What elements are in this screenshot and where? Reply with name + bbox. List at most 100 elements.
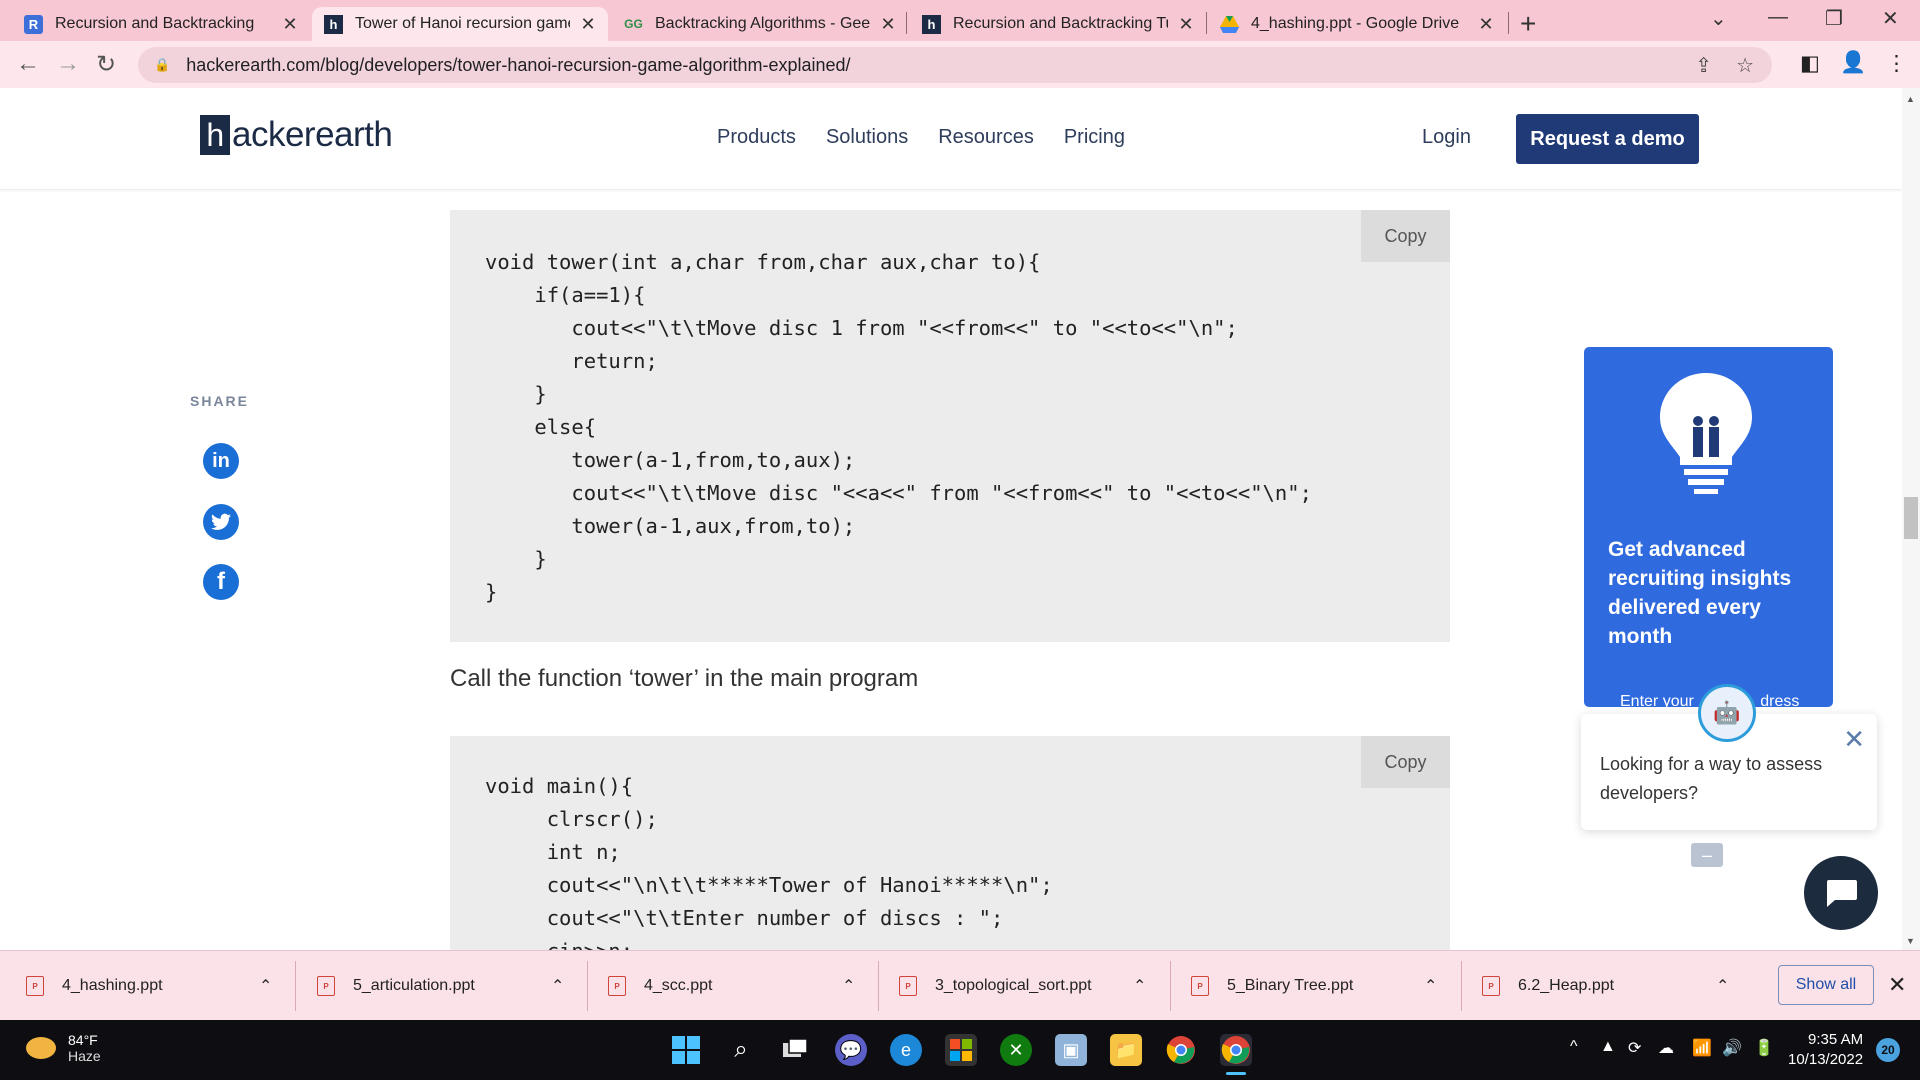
minimize-chat-button[interactable]: – xyxy=(1691,843,1723,867)
xbox-icon[interactable]: ✕ xyxy=(1000,1034,1032,1066)
tab-separator xyxy=(1206,12,1207,34)
nav-products[interactable]: Products xyxy=(717,126,796,149)
code-line: } xyxy=(485,547,547,571)
download-separator xyxy=(1170,961,1171,1011)
bookmark-star-icon[interactable]: ☆ xyxy=(1736,53,1754,78)
download-item[interactable]: P 4_scc.ppt xyxy=(608,951,712,1021)
download-filename: 5_articulation.ppt xyxy=(353,977,475,994)
promo-headline: Get advanced recruiting insights deliver… xyxy=(1608,538,1792,648)
browser-toolbar: ← → ↻ 🔒 hackerearth.com/blog/developers/… xyxy=(0,41,1920,88)
file-explorer-icon[interactable]: 📁 xyxy=(1110,1034,1142,1066)
request-demo-button[interactable]: Request a demo xyxy=(1516,114,1699,164)
chrome-profile-icon[interactable] xyxy=(1220,1034,1252,1066)
volume-icon[interactable]: 🔊 xyxy=(1722,1038,1742,1058)
code-block-tower: Copy xyxy=(450,210,1450,642)
google-drive-tray-icon[interactable]: ▲ xyxy=(1600,1038,1616,1056)
address-bar[interactable]: 🔒 hackerearth.com/blog/developers/tower-… xyxy=(138,47,1772,83)
tab-title: Recursion and Backtracking Tuto xyxy=(953,15,1168,32)
sync-tray-icon[interactable]: ⟳ xyxy=(1628,1038,1641,1058)
taskbar: 84°F Haze ⌕ 💬 e ✕ ▣ 📁 ^ ▲ ⟳ ☁ 📶 🔊 🔋 9:35… xyxy=(0,1020,1920,1080)
notification-count-badge[interactable]: 20 xyxy=(1876,1038,1900,1062)
download-item[interactable]: P 4_hashing.ppt xyxy=(26,951,163,1021)
tab-backtracking-algorithms[interactable]: GG Backtracking Algorithms - Geeks ✕ xyxy=(612,7,908,41)
lightbulb-icon xyxy=(1660,373,1752,494)
code-line: if(a==1){ xyxy=(485,283,646,307)
photos-app-icon[interactable]: ▣ xyxy=(1055,1034,1087,1066)
tab-title: Recursion and Backtracking xyxy=(55,15,255,32)
close-tab-icon[interactable]: ✕ xyxy=(880,14,896,35)
code-line: cin>>n; xyxy=(485,939,633,950)
chevron-up-icon[interactable]: ⌃ xyxy=(259,951,272,1021)
copy-button[interactable]: Copy xyxy=(1361,736,1450,788)
windows-start-icon[interactable] xyxy=(670,1034,702,1066)
code-line: tower(a-1,aux,from,to); xyxy=(485,514,856,538)
wifi-icon[interactable]: 📶 xyxy=(1692,1038,1712,1058)
onedrive-cloud-icon[interactable]: ☁ xyxy=(1658,1038,1674,1058)
download-item[interactable]: P 5_articulation.ppt xyxy=(317,951,475,1021)
chevron-up-icon[interactable]: ⌃ xyxy=(842,951,855,1021)
twitter-icon[interactable] xyxy=(203,504,239,540)
hackerearth-logo[interactable]: h ackerearth xyxy=(200,115,393,155)
side-panel-icon[interactable]: ◧ xyxy=(1800,51,1820,76)
browser-menu-icon[interactable]: ⋮ xyxy=(1886,51,1907,76)
microsoft-store-icon[interactable] xyxy=(945,1034,977,1066)
chrome-icon[interactable] xyxy=(1165,1034,1197,1066)
hackerearth-favicon-icon: h xyxy=(324,14,343,34)
profile-avatar-icon[interactable]: 👤 xyxy=(1840,51,1866,75)
tab-separator xyxy=(1508,12,1509,34)
close-downloads-icon[interactable]: ✕ xyxy=(1888,972,1906,998)
back-arrow-icon[interactable]: ← xyxy=(16,50,40,78)
classroom-favicon-icon: R xyxy=(24,14,43,34)
tab-recursion-backtracking[interactable]: R Recursion and Backtracking ✕ xyxy=(12,7,310,41)
chat-avatar: 🤖 xyxy=(1698,684,1756,742)
tab-search-chevron-icon[interactable]: ⌄ xyxy=(1710,6,1727,31)
close-tab-icon[interactable]: ✕ xyxy=(282,14,298,35)
chevron-up-icon[interactable]: ⌃ xyxy=(551,951,564,1021)
geeksforgeeks-favicon-icon: GG xyxy=(624,17,643,31)
new-tab-plus-icon[interactable]: + xyxy=(1520,8,1536,40)
edge-browser-icon[interactable]: e xyxy=(890,1034,922,1066)
clock-time: 9:35 AM xyxy=(1808,1031,1864,1048)
linkedin-icon[interactable]: in xyxy=(203,443,239,479)
facebook-icon[interactable]: f xyxy=(203,564,239,600)
chevron-up-icon[interactable]: ⌃ xyxy=(1424,951,1437,1021)
show-hidden-icons-chevron[interactable]: ^ xyxy=(1570,1038,1578,1056)
teams-chat-icon[interactable]: 💬 xyxy=(835,1034,867,1066)
search-icon[interactable]: ⌕ xyxy=(725,1034,757,1066)
system-clock[interactable]: 9:35 AM 10/13/2022 xyxy=(1788,1030,1863,1070)
close-tab-icon[interactable]: ✕ xyxy=(1178,14,1194,35)
weather-widget[interactable]: 84°F Haze xyxy=(26,1032,101,1064)
tab-separator xyxy=(906,12,907,34)
tab-google-drive[interactable]: 4_hashing.ppt - Google Drive ✕ xyxy=(1208,7,1506,41)
nav-resources[interactable]: Resources xyxy=(938,126,1034,149)
haze-weather-icon xyxy=(26,1037,56,1059)
chat-launcher-button[interactable] xyxy=(1804,856,1878,930)
close-window-icon[interactable]: ✕ xyxy=(1882,6,1899,31)
battery-icon[interactable]: 🔋 xyxy=(1754,1038,1774,1058)
scrollbar-thumb[interactable] xyxy=(1904,497,1918,539)
restore-icon[interactable]: ❐ xyxy=(1825,6,1843,31)
tab-tower-of-hanoi[interactable]: h Tower of Hanoi recursion game a ✕ xyxy=(312,7,608,41)
chevron-up-icon[interactable]: ⌃ xyxy=(1133,951,1146,1021)
share-page-icon[interactable]: ⇪ xyxy=(1695,53,1712,78)
close-tab-icon[interactable]: ✕ xyxy=(580,14,596,35)
show-all-downloads-button[interactable]: Show all xyxy=(1778,965,1874,1005)
reload-icon[interactable]: ↻ xyxy=(96,50,116,79)
pdf-file-icon: P xyxy=(899,976,917,996)
minimize-icon[interactable]: — xyxy=(1768,6,1788,29)
login-link[interactable]: Login xyxy=(1422,126,1471,149)
download-item[interactable]: P 6.2_Heap.ppt xyxy=(1482,951,1614,1021)
forward-arrow-icon[interactable]: → xyxy=(56,50,80,78)
download-item[interactable]: P 5_Binary Tree.ppt xyxy=(1191,951,1353,1021)
close-tab-icon[interactable]: ✕ xyxy=(1478,14,1494,35)
logo-mark: h xyxy=(200,115,230,155)
nav-pricing[interactable]: Pricing xyxy=(1064,126,1125,149)
task-view-icon[interactable] xyxy=(780,1034,812,1066)
newsletter-promo-card: Get advanced recruiting insights deliver… xyxy=(1584,347,1833,707)
tab-recursion-tutorial[interactable]: h Recursion and Backtracking Tuto ✕ xyxy=(910,7,1206,41)
download-filename: 4_hashing.ppt xyxy=(62,977,163,994)
download-item[interactable]: P 3_topological_sort.ppt xyxy=(899,951,1092,1021)
nav-solutions[interactable]: Solutions xyxy=(826,126,908,149)
copy-button[interactable]: Copy xyxy=(1361,210,1450,262)
chevron-up-icon[interactable]: ⌃ xyxy=(1716,951,1729,1021)
